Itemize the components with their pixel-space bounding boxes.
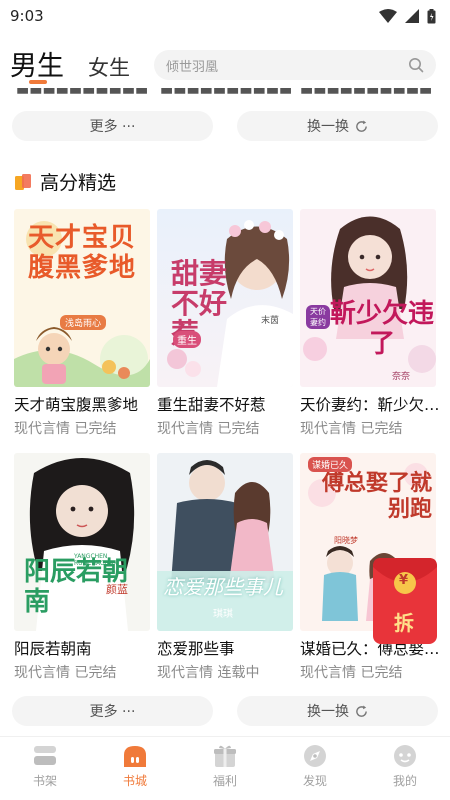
tab-female[interactable]: 女生 (88, 52, 130, 82)
section-title: 高分精选 (40, 172, 117, 194)
nav-label: 书城 (122, 774, 147, 788)
book-status: 已完结 (217, 421, 260, 437)
book-card[interactable]: 阳辰若朝南 YANGCHEN RUOCHAONAN 颜蓝 阳辰若朝南 现代言情 … (14, 453, 150, 682)
book-status: 已完结 (360, 421, 403, 437)
red-packet-label: 拆 (394, 611, 414, 635)
red-packet-button[interactable]: ¥ 拆 (372, 557, 438, 645)
refresh-label: 换一换 (307, 704, 349, 720)
refresh-icon (356, 119, 367, 132)
book-cover[interactable]: 靳少欠违了 天价妻约 奈奈 (300, 209, 436, 387)
more-label: 更多 ··· (89, 119, 136, 135)
nav-profile[interactable]: 我的 (360, 737, 450, 800)
books-icon (15, 173, 31, 190)
bottom-nav: 书架 书城 福利 发现 我的 (0, 736, 450, 800)
book-cover[interactable]: 甜妻不好惹 重生 末茵 (157, 209, 293, 387)
nav-label: 福利 (212, 774, 237, 788)
cover-title: 恋爱那些事儿 (163, 575, 283, 599)
book-meta: 现代言情 已完结 (14, 418, 150, 438)
cellular-icon (405, 9, 419, 23)
book-status: 连载中 (217, 665, 260, 681)
book-cover[interactable]: 阳辰若朝南 YANGCHEN RUOCHAONAN 颜蓝 (14, 453, 150, 631)
book-meta: 现代言情 连载中 (157, 662, 293, 682)
search-icon (409, 58, 424, 73)
book-category: 现代言情 (300, 421, 356, 437)
cover-title: 靳少欠违了 (330, 299, 435, 359)
cover-badge: 重生 (173, 331, 201, 348)
clipped-text: ■■■■■■■■■■ (16, 88, 149, 96)
book-category: 现代言情 (14, 665, 70, 681)
coin-icon: ¥ (399, 573, 409, 588)
book-card[interactable]: 甜妻不好惹 重生 末茵 重生甜妻不好惹 现代言情 已完结 (157, 209, 293, 438)
book-title[interactable]: 恋爱那些事 (157, 637, 297, 659)
cover-author: 奈奈 (392, 372, 411, 382)
profile-icon (394, 745, 416, 767)
search-placeholder: 倾世羽凰 (166, 59, 219, 75)
refresh-button[interactable]: 换一换 (237, 111, 438, 141)
bookstore-icon (124, 746, 146, 767)
book-status: 已完结 (74, 421, 117, 437)
nav-label: 我的 (392, 774, 417, 788)
nav-label: 发现 (302, 774, 327, 788)
book-category: 现代言情 (14, 421, 70, 437)
tab-active-indicator (29, 80, 47, 84)
book-cover[interactable]: 恋爱那些事儿 琪琪 (157, 453, 293, 631)
nav-bookstore[interactable]: 书城 (90, 737, 180, 800)
book-category: 现代言情 (157, 665, 213, 681)
nav-discover[interactable]: 发现 (270, 737, 360, 800)
book-meta: 现代言情 已完结 (300, 662, 436, 682)
clipped-text: ■■■■■■■■■■ (160, 88, 293, 96)
cover-author: 颜蓝 (106, 583, 128, 596)
book-title[interactable]: 天价妻约：靳少欠违了 (300, 393, 440, 415)
bookshelf-icon (34, 746, 56, 765)
book-meta: 现代言情 已完结 (14, 662, 150, 682)
top-nav: 男生 女生 倾世羽凰 (0, 40, 450, 88)
search-input[interactable]: 倾世羽凰 (154, 50, 436, 80)
more-label: 更多 ··· (89, 704, 136, 720)
book-meta: 现代言情 已完结 (300, 418, 436, 438)
cover-author: 阳晓梦 (334, 536, 358, 545)
book-title[interactable]: 阳辰若朝南 (14, 637, 154, 659)
cover-badge: 天价妻约 (306, 305, 330, 329)
nav-bookshelf[interactable]: 书架 (0, 737, 90, 800)
refresh-button[interactable]: 换一换 (237, 696, 438, 726)
cover-title: 天才宝贝腹黑爹地 (27, 223, 136, 283)
cover-title: 傅总娶了就别跑 (322, 471, 433, 522)
more-button[interactable]: 更多 ··· (12, 111, 213, 141)
refresh-label: 换一换 (307, 119, 349, 135)
book-category: 现代言情 (157, 421, 213, 437)
nav-welfare[interactable]: 福利 (180, 737, 270, 800)
cover-subtitle: YANGCHEN RUOCHAONAN (74, 553, 118, 567)
nav-label: 书架 (32, 774, 57, 788)
book-status: 已完结 (74, 665, 117, 681)
gift-icon (214, 745, 236, 767)
book-category: 现代言情 (300, 665, 356, 681)
tab-male[interactable]: 男生 (10, 44, 64, 83)
book-title[interactable]: 天才萌宝腹黑爹地 (14, 393, 154, 415)
scrolled-content-remnant: ■■■■■■■■■■ ■■■■■■■■■■ ■■■■■■■■■■ (0, 88, 450, 98)
status-time: 9:03 (10, 7, 44, 25)
clipped-text: ■■■■■■■■■■ (300, 88, 433, 96)
status-bar: 9:03 (0, 0, 450, 32)
cover-badge: 谋婚已久 (308, 457, 353, 472)
refresh-icon (356, 704, 367, 717)
battery-icon (427, 8, 436, 23)
book-title[interactable]: 重生甜妻不好惹 (157, 393, 297, 415)
cover-author: 琪琪 (213, 609, 233, 620)
cover-author: 浅岛雨心 (60, 315, 107, 330)
book-status: 已完结 (360, 665, 403, 681)
status-icons (379, 8, 436, 24)
discover-icon (304, 745, 326, 767)
book-cover[interactable]: 天才宝贝腹黑爹地 浅岛雨心 (14, 209, 150, 387)
book-meta: 现代言情 已完结 (157, 418, 293, 438)
wifi-icon (379, 9, 397, 23)
book-card[interactable]: 靳少欠违了 天价妻约 奈奈 天价妻约：靳少欠违了 现代言情 已完结 (300, 209, 440, 438)
book-card[interactable]: 天才宝贝腹黑爹地 浅岛雨心 天才萌宝腹黑爹地 现代言情 已完结 (14, 209, 150, 438)
section-header: 高分精选 (14, 168, 116, 195)
more-button[interactable]: 更多 ··· (12, 696, 213, 726)
cover-author: 末茵 (261, 316, 280, 326)
book-card[interactable]: 恋爱那些事儿 琪琪 恋爱那些事 现代言情 连载中 (157, 453, 293, 682)
